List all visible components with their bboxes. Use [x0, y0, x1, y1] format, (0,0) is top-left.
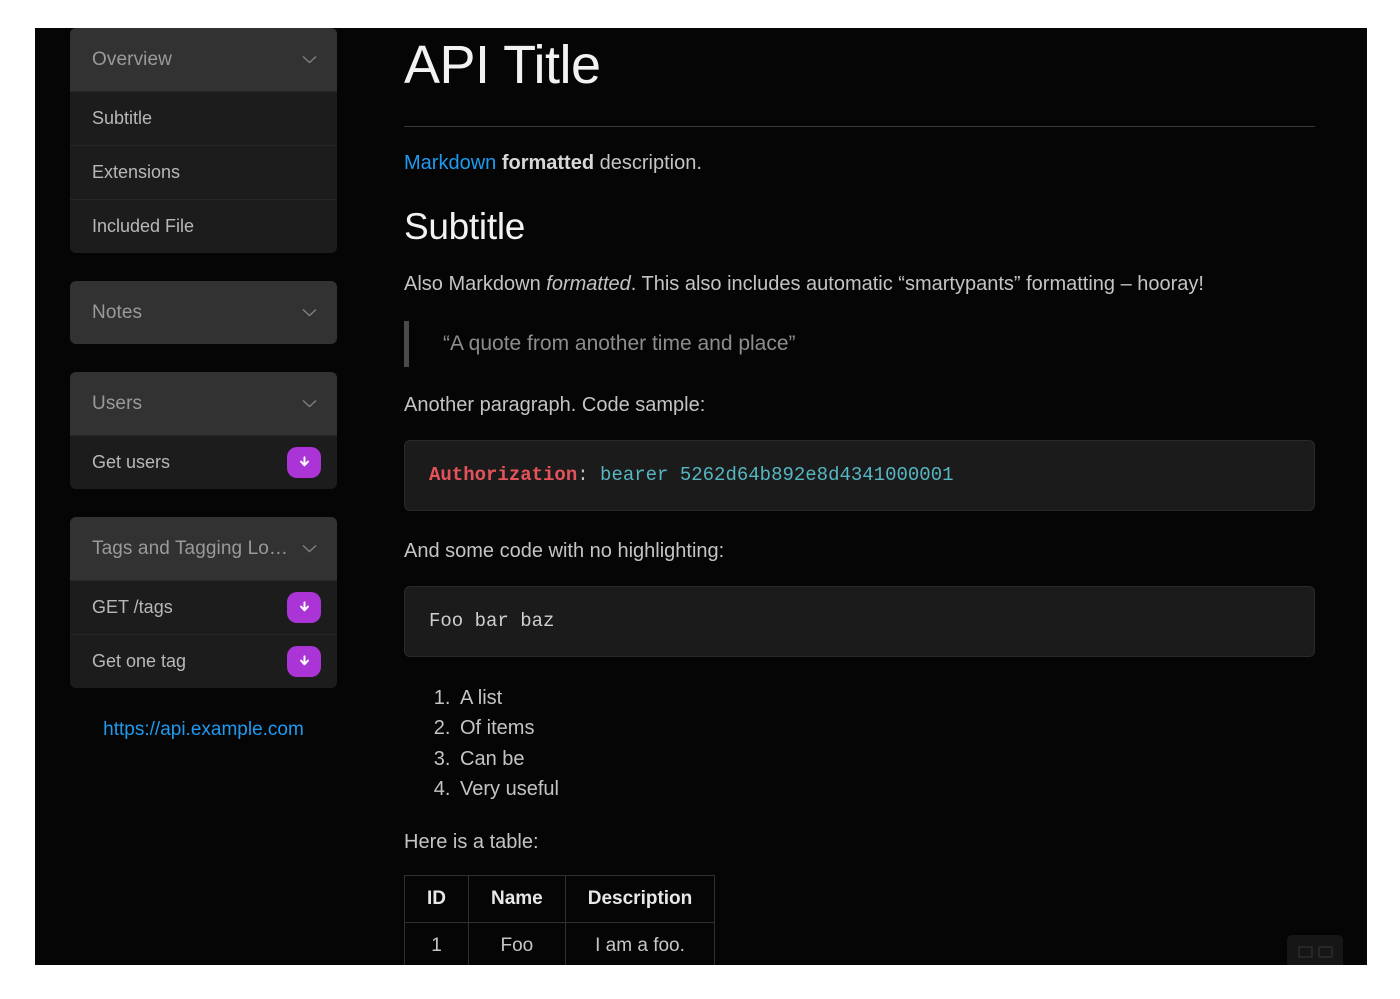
- subtitle-text-after: . This also includes automatic “smartypa…: [631, 273, 1204, 295]
- app-page: Overview Subtitle Extensions Included Fi…: [35, 28, 1367, 965]
- list-item: Can be: [456, 744, 1315, 774]
- code-block-plain: Foo bar baz: [404, 586, 1315, 657]
- page-title: API Title: [404, 28, 1315, 95]
- api-description: Markdown formatted description.: [404, 149, 1315, 178]
- table-intro-paragraph: Here is a table:: [404, 828, 1315, 857]
- table-header-name: Name: [469, 876, 566, 923]
- nav-group-label: Users: [92, 393, 302, 415]
- subtitle-text-before: Also Markdown: [404, 273, 546, 295]
- chevron-down-icon: [302, 399, 317, 408]
- description-rest: description.: [594, 152, 702, 174]
- sidebar-item-label: Included File: [92, 216, 321, 237]
- nav-group-tags: Tags and Tagging Long T... GET /tags Get…: [70, 517, 337, 688]
- sidebar-item-extensions[interactable]: Extensions: [70, 145, 337, 199]
- table-header-description: Description: [565, 876, 715, 923]
- list-item: Very useful: [456, 774, 1315, 804]
- table-row: 1 Foo I am a foo.: [405, 923, 715, 965]
- data-table: ID Name Description 1 Foo I am a foo.: [404, 875, 715, 965]
- section-heading-subtitle: Subtitle: [404, 206, 1315, 248]
- subtitle-paragraph: Also Markdown formatted. This also inclu…: [404, 270, 1315, 299]
- page-layout: Overview Subtitle Extensions Included Fi…: [35, 28, 1367, 965]
- nav-group-header-users[interactable]: Users: [70, 372, 337, 435]
- table-cell-description: I am a foo.: [565, 923, 715, 965]
- sidebar-item-subtitle[interactable]: Subtitle: [70, 91, 337, 145]
- list-item: A list: [456, 683, 1315, 713]
- sidebar-item-get-tags[interactable]: GET /tags: [70, 580, 337, 634]
- nav-group-label: Overview: [92, 49, 302, 71]
- nav-group-header-notes[interactable]: Notes: [70, 281, 337, 344]
- nav-group-label: Notes: [92, 302, 302, 324]
- ordered-list: A list Of items Can be Very useful: [404, 683, 1315, 805]
- code-token-key: Authorization: [429, 464, 577, 486]
- sidebar-item-label: Get one tag: [92, 651, 287, 672]
- code-intro-paragraph: Another paragraph. Code sample:: [404, 391, 1315, 420]
- title-divider: [404, 126, 1315, 127]
- table-header-row: ID Name Description: [405, 876, 715, 923]
- arrow-down-icon[interactable]: [287, 646, 321, 677]
- table-cell-name: Foo: [469, 923, 566, 965]
- chevron-down-icon: [302, 55, 317, 64]
- sidebar-item-get-one-tag[interactable]: Get one tag: [70, 634, 337, 688]
- server-url-link[interactable]: https://api.example.com: [70, 719, 337, 741]
- plain-code-intro-paragraph: And some code with no highlighting:: [404, 537, 1315, 566]
- blockquote: “A quote from another time and place”: [404, 321, 1315, 367]
- sidebar-item-label: Subtitle: [92, 108, 321, 129]
- list-item: Of items: [456, 713, 1315, 743]
- arrow-down-icon[interactable]: [287, 592, 321, 623]
- corner-widget[interactable]: [1287, 935, 1343, 965]
- sidebar-item-get-users[interactable]: Get users: [70, 435, 337, 489]
- chevron-down-icon: [302, 544, 317, 553]
- nav-group-label: Tags and Tagging Long T...: [92, 538, 302, 560]
- markdown-link[interactable]: Markdown: [404, 152, 496, 174]
- nav-group-users: Users Get users: [70, 372, 337, 489]
- nav-group-notes: Notes: [70, 281, 337, 344]
- table-header-id: ID: [405, 876, 469, 923]
- nav-group-header-tags[interactable]: Tags and Tagging Long T...: [70, 517, 337, 580]
- description-bold: formatted: [502, 152, 594, 174]
- table-cell-id: 1: [405, 923, 469, 965]
- nav-group-header-overview[interactable]: Overview: [70, 28, 337, 91]
- code-plain-text: Foo bar baz: [429, 610, 554, 632]
- table-body: 1 Foo I am a foo.: [405, 923, 715, 965]
- sidebar-item-label: Extensions: [92, 162, 321, 183]
- sidebar: Overview Subtitle Extensions Included Fi…: [35, 28, 370, 965]
- sidebar-item-included-file[interactable]: Included File: [70, 199, 337, 253]
- nav-group-overview: Overview Subtitle Extensions Included Fi…: [70, 28, 337, 253]
- chevron-down-icon: [302, 308, 317, 317]
- panel-toggle-icon[interactable]: [1298, 946, 1313, 958]
- main-content: API Title Markdown formatted description…: [370, 28, 1367, 965]
- sidebar-item-label: GET /tags: [92, 597, 287, 618]
- table-head: ID Name Description: [405, 876, 715, 923]
- arrow-down-icon[interactable]: [287, 447, 321, 478]
- panel-toggle-secondary-icon[interactable]: [1318, 946, 1333, 958]
- subtitle-text-italic: formatted: [546, 273, 630, 295]
- code-token-punct: :: [577, 464, 588, 486]
- code-token-value: bearer 5262d64b892e8d4341000001: [589, 464, 954, 486]
- sidebar-item-label: Get users: [92, 452, 287, 473]
- code-block-highlighted: Authorization: bearer 5262d64b892e8d4341…: [404, 440, 1315, 511]
